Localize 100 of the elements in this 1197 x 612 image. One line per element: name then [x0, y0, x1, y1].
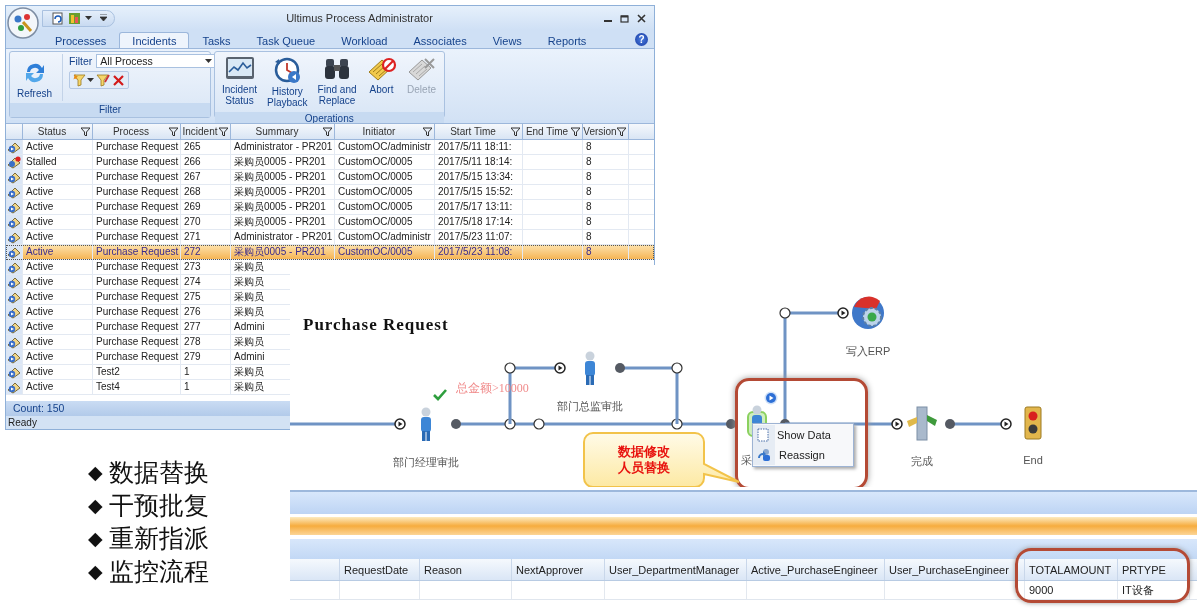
table-row[interactable]: Active Purchase Request 267 采购员0005 - PR201 CustomOC/0005 2017/5/15 13:34: 8 — [6, 170, 654, 185]
scroll-play-icon — [7, 275, 21, 289]
table-row[interactable]: Active Purchase Request 273 采购员 — [6, 260, 290, 275]
column-header[interactable]: Process — [93, 124, 181, 139]
table-cell: Active — [23, 365, 93, 379]
table-row[interactable]: Active Purchase Request 272 采购员0005 - PR201 CustomOC/0005 2017/5/23 11:08: 8 — [6, 245, 654, 260]
scroll-play-icon — [7, 185, 21, 199]
ribbon-tab[interactable]: Associates — [400, 32, 480, 48]
table-cell: CustomOC/0005 — [335, 170, 435, 184]
table-cell: 9000 — [1025, 581, 1118, 599]
table-row[interactable]: Active Test4 1 采购员 — [6, 380, 290, 395]
ribbon-tab[interactable]: Tasks — [189, 32, 244, 48]
table-cell: Purchase Request — [93, 140, 181, 154]
column-header[interactable]: Active_PurchaseEngineer — [747, 559, 885, 580]
table-row[interactable]: Active Purchase Request 274 采购员 — [6, 275, 290, 290]
bullet-mark: ◆ — [88, 560, 103, 582]
ribbon-button[interactable]: Find and Replace — [314, 54, 360, 110]
table-cell: 273 — [181, 260, 231, 274]
clear-icon — [112, 73, 125, 87]
node-label: 完成 — [911, 454, 933, 469]
ribbon-tab[interactable]: Task Queue — [243, 32, 329, 48]
column-header[interactable]: TOTALAMOUNT — [1025, 559, 1118, 580]
table-cell: 279 — [181, 350, 231, 364]
help-button[interactable]: ? — [635, 32, 648, 46]
table-cell: 8 — [583, 155, 629, 169]
table-row[interactable]: Active Test2 1 采购员 — [6, 365, 290, 380]
list-item: 监控流程 — [108, 555, 209, 588]
table-row[interactable]: Active Purchase Request 278 采购员 — [6, 335, 290, 350]
column-header[interactable]: Incident — [181, 124, 231, 139]
clear-filter-button[interactable] — [112, 73, 125, 87]
table-cell: Purchase Request — [93, 215, 181, 229]
table-row[interactable]: Active Purchase Request 275 采购员 — [6, 290, 290, 305]
table-cell: CustomOC/0005 — [335, 215, 435, 229]
filter-dropdown[interactable]: All Process — [96, 54, 217, 68]
filter-label: Filter — [69, 55, 93, 67]
table-cell: Active — [23, 200, 93, 214]
scroll-play-icon — [7, 140, 21, 154]
table-cell: Administrator - PR201 — [231, 140, 335, 154]
table-row[interactable]: Active Purchase Request 269 采购员0005 - PR201 CustomOC/0005 2017/5/17 13:11: 8 — [6, 200, 654, 215]
table-cell-text: 采购员 — [233, 290, 265, 304]
scroll-play-icon — [7, 230, 21, 244]
ribbon-tab[interactable]: Workload — [328, 32, 401, 48]
table-row[interactable]: Active Purchase Request 277 Admini — [6, 320, 290, 335]
table-row[interactable]: Active Purchase Request 265 Administrator - PR201 CustomOC/administr 2017/5/11 18:11: 8 — [6, 140, 654, 155]
table-cell: 270 — [181, 215, 231, 229]
ribbon-tab[interactable]: Incidents — [119, 32, 190, 48]
filter-icon — [511, 127, 520, 136]
table-cell: Active — [23, 305, 93, 319]
scroll-play-icon — [7, 365, 21, 379]
group-label: Filter — [10, 103, 210, 117]
table-cell: 1 — [181, 380, 231, 394]
table-cell: Stalled — [23, 155, 93, 169]
column-header[interactable]: RequestDate — [340, 559, 420, 580]
caret-icon — [205, 58, 213, 64]
table-row[interactable]: Stalled Purchase Request 266 采购员0005 - PR201 CustomOC/0005 2017/5/11 18:14: 8 — [6, 155, 654, 170]
table-row[interactable]: Active Purchase Request 279 Admini — [6, 350, 290, 365]
table-cell: Purchase Request — [93, 350, 181, 364]
funnel-star-icon — [73, 73, 86, 87]
refresh-doc-icon — [51, 11, 64, 25]
person-arrow-icon — [757, 448, 771, 462]
ribbon-tab[interactable]: Processes — [42, 32, 120, 48]
column-header[interactable]: End Time — [523, 124, 583, 139]
ribbon-tab[interactable]: Views — [479, 32, 535, 48]
new-filter-button[interactable] — [73, 73, 94, 87]
ribbon-tab[interactable]: Reports — [534, 32, 600, 48]
scroll-play-icon — [7, 290, 21, 304]
column-header[interactable]: Summary — [231, 124, 335, 139]
table-cell: 2017/5/15 13:34: — [435, 170, 523, 184]
table-cell: 8 — [583, 245, 629, 259]
edit-filter-button[interactable] — [96, 73, 110, 87]
table-cell: 2017/5/18 17:14: — [435, 215, 523, 229]
refresh-button[interactable]: Refresh — [14, 54, 55, 101]
scroll-play-icon — [7, 320, 21, 334]
table-cell: 2017/5/23 11:07: — [435, 230, 523, 244]
ribbon-button[interactable]: Abort — [363, 54, 400, 110]
table-cell: Active — [23, 245, 93, 259]
column-header[interactable]: Initiator — [335, 124, 435, 139]
column-header[interactable]: Start Time — [435, 124, 523, 139]
column-header[interactable]: User_PurchaseEngineer — [885, 559, 1025, 580]
table-cell: Test2 — [93, 365, 181, 379]
column-header[interactable]: User_DepartmentManager — [605, 559, 747, 580]
column-header[interactable]: Reason — [420, 559, 512, 580]
ribbon-button[interactable]: History Playback — [264, 54, 311, 110]
table-row[interactable]: Active Purchase Request 270 采购员0005 - PR201 CustomOC/0005 2017/5/18 17:14: 8 — [6, 215, 654, 230]
table-cell: 8 — [583, 200, 629, 214]
column-header[interactable]: PRTYPE — [1118, 559, 1190, 580]
column-header[interactable]: Status — [23, 124, 93, 139]
table-cell: Active — [23, 380, 93, 394]
filter-icon — [81, 127, 90, 136]
table-cell: Active — [23, 335, 93, 349]
table-cell-text: 采购员 — [233, 335, 265, 349]
binoculars-icon — [323, 56, 352, 82]
column-header[interactable]: NextApprover — [512, 559, 605, 580]
ribbon-button[interactable]: Incident Status — [219, 54, 261, 110]
table-cell-text: 采购员 — [233, 260, 265, 274]
column-header[interactable]: Version — [583, 124, 629, 139]
table-row[interactable]: Active Purchase Request 276 采购员 — [6, 305, 290, 320]
bullet-mark: ◆ — [88, 494, 103, 516]
table-cell: Purchase Request — [93, 170, 181, 184]
table-row[interactable]: Active Purchase Request 268 采购员0005 - PR201 CustomOC/0005 2017/5/15 15:52: 8 — [6, 185, 654, 200]
